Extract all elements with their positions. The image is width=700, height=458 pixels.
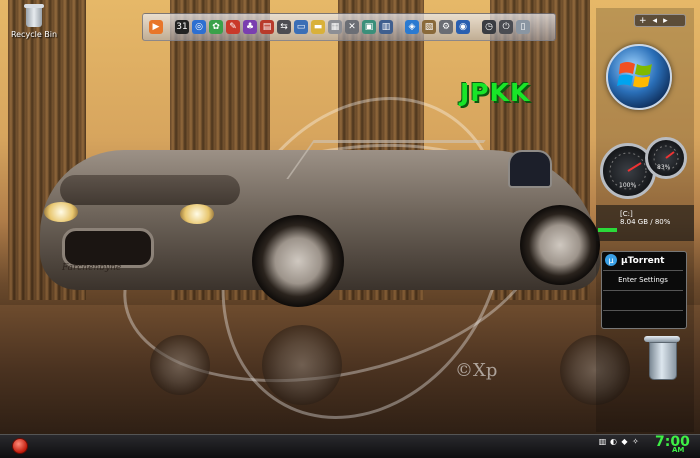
network-icon[interactable]: ⇆ [277, 20, 291, 34]
watermark: ©Xp [455, 360, 498, 381]
system-tray: ▥ ◐ ◆ ✧ [598, 437, 640, 446]
desktop: Farchenbyne JPKK ©Xp Recycle Bin ▶ 31 ◎ ✿ ✎ ♣… [0, 0, 700, 458]
desktop-icons: Recycle Bin [4, 4, 64, 39]
wallpaper-car-wheel [252, 215, 344, 307]
tools-icon[interactable]: ✕ [345, 20, 359, 34]
books-icon[interactable]: ▤ [260, 20, 274, 34]
wallpaper-car-wheel [520, 205, 600, 285]
wallpaper-car-grille [62, 228, 154, 268]
drive-usage: 8.04 GB / 80% [620, 218, 671, 226]
recycle-bin-gadget-icon[interactable] [644, 336, 680, 380]
jpkk-logo: JPKK [460, 78, 531, 107]
tool-tray-icon[interactable]: ✧ [631, 437, 640, 446]
calendar-icon[interactable]: 31 [175, 20, 189, 34]
drive-usage-bar [598, 228, 618, 232]
taskbar [0, 434, 700, 458]
utorrent-title: µTorrent [621, 256, 665, 266]
folder-icon[interactable]: ▬ [311, 20, 325, 34]
document-icon[interactable]: ▦ [328, 20, 342, 34]
add-gadget-button[interactable]: + [639, 16, 647, 26]
utorrent-divider [603, 310, 683, 311]
photos-icon[interactable]: ✿ [209, 20, 223, 34]
game-icon[interactable]: ♣ [243, 20, 257, 34]
wallpaper-car-seat [508, 150, 552, 188]
car-signature: Farchenbyne [62, 263, 122, 273]
dock-bar: ▶ 31 ◎ ✿ ✎ ♣ ▤ ⇆ ▭ ▬ ▦ ✕ ▣ ▥ ◈ ▧ ⚙ ◉ ◷ ⏻ ▯ [142, 13, 556, 41]
sidebar-header: + ◂ ▸ [634, 14, 686, 27]
paint-icon[interactable]: ✎ [226, 20, 240, 34]
start-button[interactable] [12, 438, 28, 454]
security-tray-icon[interactable]: ◆ [620, 437, 629, 446]
wallpaper-car-headlight [180, 204, 214, 224]
computer-icon[interactable]: ▭ [294, 20, 308, 34]
windows-logo-icon [617, 62, 652, 88]
recycle-bin-label: Recycle Bin [10, 30, 58, 39]
memory-gauge [645, 137, 687, 179]
safari-icon[interactable]: ◎ [192, 20, 206, 34]
wallpaper-car-windshield [286, 140, 486, 179]
explorer-icon[interactable]: ◉ [456, 20, 470, 34]
power-icon[interactable]: ⏻ [499, 20, 513, 34]
wallpaper-car-headlight [44, 202, 78, 222]
taskbar-clock-ampm: AM [672, 446, 685, 454]
utorrent-divider [603, 270, 683, 271]
archive-icon[interactable]: ▧ [422, 20, 436, 34]
drive-letter: [C:] [620, 210, 633, 218]
recycle-bin-desktop-icon[interactable]: Recycle Bin [4, 4, 64, 39]
cpu-gauge-label: 100% [619, 182, 637, 189]
volume-tray-icon[interactable]: ◐ [609, 437, 618, 446]
windows-icon[interactable]: ◈ [405, 20, 419, 34]
image-icon[interactable]: ▣ [362, 20, 376, 34]
settings-icon[interactable]: ⚙ [439, 20, 453, 34]
utorrent-enter-settings-button[interactable]: Enter Settings [604, 276, 682, 284]
monitor-icon[interactable]: ▥ [379, 20, 393, 34]
prev-gadget-button[interactable]: ◂ [653, 16, 658, 26]
utorrent-divider [603, 290, 683, 291]
recycle-bin-icon [23, 4, 45, 28]
clock-icon[interactable]: ◷ [482, 20, 496, 34]
next-gadget-button[interactable]: ▸ [663, 16, 668, 26]
utorrent-icon: µ [605, 254, 617, 266]
trash-icon[interactable]: ▯ [516, 20, 530, 34]
wallpaper-car-stripe [60, 175, 240, 205]
wallpaper-reflection [150, 335, 210, 395]
media-player-icon[interactable]: ▶ [149, 20, 163, 34]
network-tray-icon[interactable]: ▥ [598, 437, 607, 446]
wallpaper-reflection [262, 325, 342, 405]
memory-gauge-label: 83% [657, 164, 671, 171]
drive-info: [C:] 8.04 GB / 80% [620, 210, 670, 226]
